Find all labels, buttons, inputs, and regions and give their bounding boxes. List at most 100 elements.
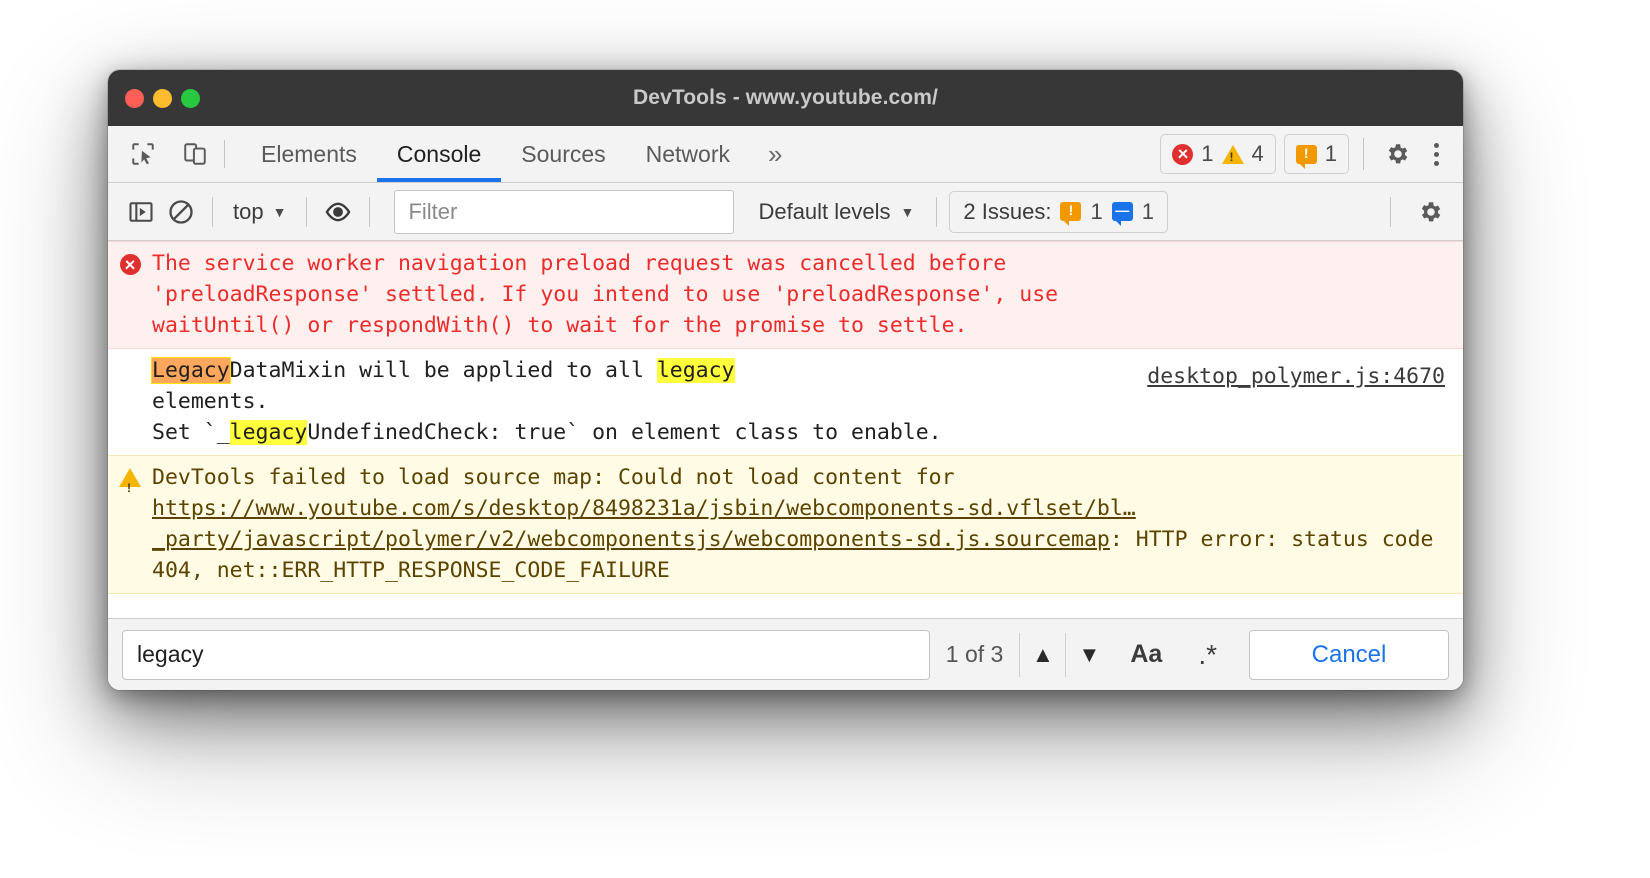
chevron-down-icon: ▼	[1078, 641, 1101, 667]
screenshot-stage: DevTools - www.youtube.com/ Elements Con…	[0, 0, 1650, 878]
devtools-window: DevTools - www.youtube.com/ Elements Con…	[108, 70, 1463, 690]
search-next-button[interactable]: ▼	[1066, 633, 1112, 677]
more-tabs-button[interactable]: »	[750, 126, 800, 182]
clear-console-icon	[169, 199, 193, 224]
search-match-counter: 1 of 3	[945, 641, 1004, 667]
warning-prefix: DevTools failed to load source map: Coul…	[152, 465, 955, 490]
warning-triangle-icon	[1221, 144, 1244, 164]
console-filter-input[interactable]: Filter	[394, 189, 735, 234]
devtools-tabstrip: Elements Console Sources Network » 1 4 !…	[108, 126, 1463, 183]
toolbar-divider	[936, 196, 938, 227]
cancel-search-button[interactable]: Cancel	[1249, 629, 1449, 680]
log-levels-selector[interactable]: Default levels ▼	[748, 195, 924, 229]
devtools-settings-button[interactable]	[1378, 135, 1416, 173]
log-message-text: LegacyDataMixin will be applied to all l…	[151, 355, 1463, 448]
gear-icon	[1388, 144, 1408, 164]
search-nav-buttons: ▲ ▼	[1019, 632, 1112, 677]
warning-triangle-icon	[119, 468, 141, 504]
kebab-dot	[1434, 142, 1439, 148]
tab-sources[interactable]: Sources	[501, 126, 625, 182]
toolbar-divider	[306, 196, 308, 227]
devtools-main-menu-button[interactable]	[1424, 137, 1449, 172]
issues-warning-count: 1	[1090, 198, 1103, 224]
close-window-button[interactable]	[125, 88, 144, 108]
console-settings-gear-icon	[1421, 201, 1441, 221]
warning-count: 4	[1251, 141, 1264, 166]
clear-console-button[interactable]	[162, 193, 200, 231]
log-text-segment: DataMixin will be applied to all	[229, 358, 657, 383]
error-warning-counter[interactable]: 1 4	[1160, 134, 1276, 174]
chevron-down-icon: ▼	[900, 203, 915, 220]
tab-elements[interactable]: Elements	[241, 126, 377, 182]
toolbar-divider	[212, 196, 213, 227]
issue-info-bubble-icon: —	[1111, 202, 1133, 226]
message-icon-cell	[108, 248, 152, 341]
match-case-toggle[interactable]: Aa	[1112, 640, 1180, 669]
window-traffic-lights	[125, 70, 200, 126]
search-match-active: Legacy	[151, 357, 231, 384]
console-sidebar-icon	[129, 201, 153, 222]
error-circle-icon	[1172, 143, 1194, 165]
error-message-text: The service worker navigation preload re…	[152, 248, 1463, 341]
tab-console[interactable]: Console	[376, 126, 502, 182]
status-divider	[1363, 138, 1364, 170]
search-match: legacy	[656, 358, 735, 383]
chevron-down-icon: ▼	[272, 203, 287, 220]
minimize-window-button[interactable]	[153, 88, 172, 108]
toolbar-divider	[1390, 196, 1391, 227]
window-title: DevTools - www.youtube.com/	[633, 86, 938, 109]
panel-tabs: Elements Console Sources Network »	[241, 126, 800, 182]
inspect-element-icon	[132, 143, 154, 165]
error-line-3: waitUntil() or respondWith() to wait for…	[152, 313, 968, 338]
console-search-bar: legacy 1 of 3 ▲ ▼ Aa .* Cancel	[108, 618, 1463, 690]
log-levels-label: Default levels	[758, 198, 891, 224]
regex-toggle[interactable]: .*	[1180, 639, 1235, 671]
chevron-up-icon: ▲	[1031, 641, 1054, 667]
message-icon-cell	[108, 355, 152, 448]
kebab-dot	[1434, 151, 1439, 157]
tabstrip-tools	[108, 126, 214, 182]
issue-bubble-icon: !	[1295, 144, 1317, 169]
console-toolbar-right	[1380, 193, 1449, 231]
console-error-message[interactable]: The service worker navigation preload re…	[108, 241, 1463, 349]
issues-summary-button[interactable]: 2 Issues: ! 1 — 1	[949, 190, 1168, 233]
sourcemap-url-link[interactable]: https://www.youtube.com/s/desktop/849823…	[152, 496, 1136, 552]
issue-warning-bubble-icon: !	[1060, 202, 1082, 226]
maximize-window-button[interactable]	[181, 88, 200, 108]
console-toolbar: top ▼ Filter Default levels ▼ 2 Issues: …	[108, 183, 1463, 241]
search-previous-button[interactable]: ▲	[1020, 632, 1067, 677]
tab-network[interactable]: Network	[626, 126, 750, 182]
issues-counter[interactable]: ! 1	[1283, 134, 1349, 174]
tabstrip-divider	[224, 140, 225, 168]
live-expression-button[interactable]	[319, 193, 357, 231]
error-count: 1	[1201, 141, 1214, 166]
window-titlebar: DevTools - www.youtube.com/	[108, 70, 1463, 126]
issues-label: 2 Issues:	[963, 198, 1052, 224]
error-circle-icon	[119, 254, 141, 275]
source-location-link[interactable]: desktop_polymer.js:4670	[1147, 361, 1445, 392]
console-message-list: The service worker navigation preload re…	[108, 241, 1463, 594]
console-settings-button[interactable]	[1411, 193, 1449, 231]
log-text-segment: UndefinedCheck: true` on element class t…	[307, 420, 942, 445]
device-toolbar-button[interactable]	[176, 135, 214, 173]
message-icon-cell	[108, 462, 152, 586]
warning-message-text: DevTools failed to load source map: Coul…	[152, 462, 1463, 586]
eye-icon	[326, 202, 351, 221]
inspect-element-button[interactable]	[124, 135, 162, 173]
execution-context-selector[interactable]: top ▼	[225, 195, 294, 229]
log-line-3: Set `_legacyUndefinedCheck: true` on ele…	[152, 420, 942, 445]
device-toolbar-icon	[184, 143, 206, 165]
console-log-message[interactable]: LegacyDataMixin will be applied to all l…	[108, 349, 1463, 455]
execution-context-value: top	[233, 198, 264, 224]
error-line-1: The service worker navigation preload re…	[152, 251, 1007, 276]
error-line-2: 'preloadResponse' settled. If you intend…	[152, 282, 1059, 307]
issue-count: 1	[1324, 141, 1337, 166]
console-warning-message[interactable]: DevTools failed to load source map: Coul…	[108, 455, 1463, 594]
issues-info-count: 1	[1141, 198, 1154, 224]
console-sidebar-toggle[interactable]	[122, 193, 160, 231]
search-match: legacy	[229, 420, 308, 445]
toolbar-divider	[369, 196, 371, 227]
kebab-dot	[1434, 160, 1439, 166]
search-input[interactable]: legacy	[122, 629, 930, 680]
tabstrip-status-area: 1 4 ! 1	[1160, 126, 1463, 182]
